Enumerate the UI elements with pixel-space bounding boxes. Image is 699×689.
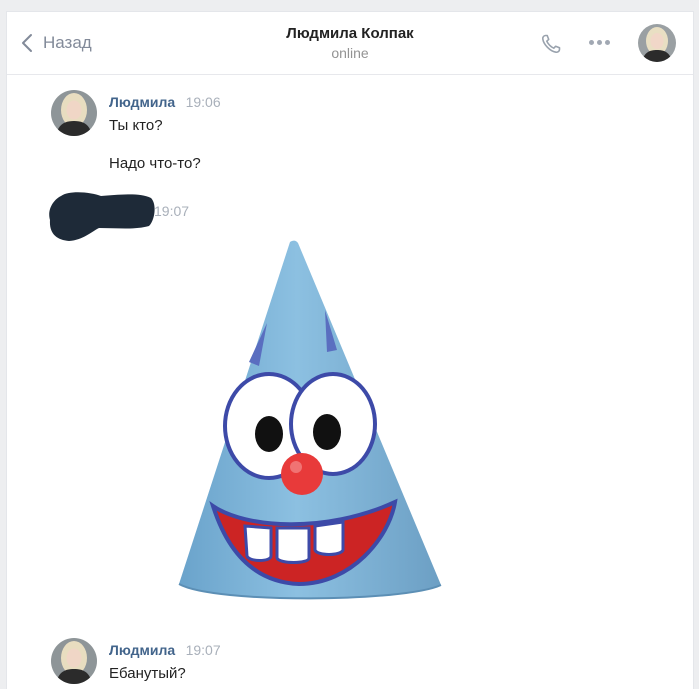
phone-icon[interactable] xyxy=(539,32,563,61)
chat-window: Назад Людмила Колпак online Людмила 19:0… xyxy=(7,12,693,689)
avatar[interactable] xyxy=(51,90,97,136)
header-avatar[interactable] xyxy=(638,24,676,62)
message-text: Ты кто? xyxy=(109,117,163,134)
photo-attachment[interactable] xyxy=(175,238,445,608)
message-text: Надо что-то? xyxy=(109,155,201,172)
message-time[interactable]: 19:07 xyxy=(154,203,189,219)
redaction-blot xyxy=(49,192,155,241)
message-time[interactable]: 19:06 xyxy=(186,94,221,110)
party-hat-image xyxy=(178,240,442,600)
message-time[interactable]: 19:07 xyxy=(186,642,221,658)
message-author[interactable]: Людмила xyxy=(109,642,175,658)
message-author[interactable]: Людмила xyxy=(109,94,175,110)
chat-header: Назад Людмила Колпак online xyxy=(7,12,693,75)
more-options-icon[interactable] xyxy=(587,34,612,51)
message-text: Ебанутый? xyxy=(109,665,186,682)
avatar[interactable] xyxy=(51,638,97,684)
